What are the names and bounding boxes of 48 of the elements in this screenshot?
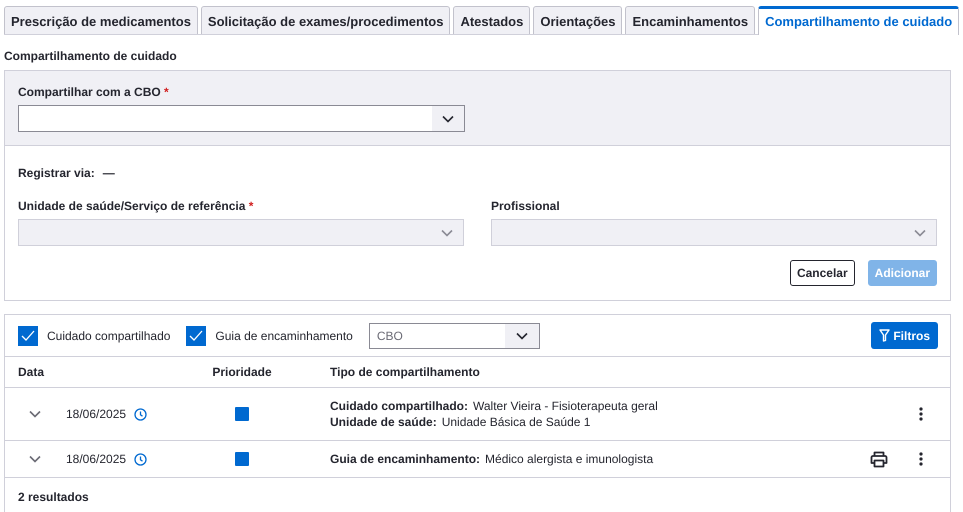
share-type-value: Médico alergista e imunologista xyxy=(485,451,654,467)
results-count: 2 resultados xyxy=(17,489,90,506)
chevron-down-icon xyxy=(29,455,41,463)
field-label: Profissional xyxy=(491,199,561,213)
select-field[interactable] xyxy=(18,105,465,132)
clock-icon xyxy=(134,452,148,466)
checkbox[interactable] xyxy=(186,326,206,346)
cancel-button[interactable]: Cancelar xyxy=(790,260,855,286)
tab[interactable]: Prescrição de medicamentos xyxy=(4,6,198,34)
tab[interactable]: Atestados xyxy=(453,6,530,34)
share-type-label: Guia de encaminhamento: xyxy=(330,451,480,467)
share-type-value: Unidade Básica de Saúde 1 xyxy=(442,414,590,430)
chevron-down-icon xyxy=(914,228,926,236)
tab[interactable]: Encaminhamentos xyxy=(625,6,756,34)
register-via-label: Registrar via: xyxy=(18,166,95,180)
filter-icon xyxy=(879,329,890,342)
placeholder-text: CBO xyxy=(376,328,403,342)
column-header: Data xyxy=(18,365,46,379)
checkmark-icon xyxy=(189,330,204,342)
section-title: Compartilhamento de cuidado xyxy=(4,49,178,63)
cbo-select[interactable]: CBO xyxy=(368,322,540,348)
chevron-down-icon xyxy=(441,228,453,236)
filter-button[interactable]: Filtros xyxy=(871,322,938,349)
field-label: Unidade de saúde/Serviço de referência * xyxy=(18,199,254,213)
checkmark-icon xyxy=(21,330,35,342)
date-text: 18/06/2025 xyxy=(66,452,126,466)
date-text: 18/06/2025 xyxy=(66,407,126,421)
checkbox-label: Cuidado compartilhado xyxy=(47,328,170,342)
printer-icon[interactable] xyxy=(870,450,888,468)
chevron-down-icon xyxy=(442,114,454,122)
chevron-down-icon xyxy=(516,332,528,340)
register-via-value: — xyxy=(102,166,115,180)
chevron-down-icon xyxy=(29,410,41,418)
more-options-icon[interactable] xyxy=(919,407,923,421)
tab[interactable]: Solicitação de exames/procedimentos xyxy=(200,6,450,34)
clock-icon xyxy=(134,408,148,420)
share-type-label: Cuidado compartilhado: xyxy=(330,398,468,414)
share-type-label: Unidade de saúde: xyxy=(330,414,437,430)
column-header: Prioridade xyxy=(211,365,273,379)
tab[interactable]: Compartilhamento de cuidado xyxy=(758,6,960,35)
checkbox-label: Guia de encaminhamento xyxy=(215,328,353,342)
checkbox[interactable] xyxy=(18,326,38,346)
more-options-icon[interactable] xyxy=(919,452,923,466)
table-row[interactable]: 18/06/2025 Cuidado compartilhado: Walter Vieira - Fisioterapeuta geral Unidade de saúde: Unidade Básica de Saúde 1 xyxy=(5,388,950,441)
share-type-value: Walter Vieira - Fisioterapeuta geral xyxy=(473,398,658,414)
column-header: Tipo de compartilhamento xyxy=(329,365,481,379)
field-label: Compartilhar com a CBO * xyxy=(18,85,170,99)
tab[interactable]: Orientações xyxy=(533,6,622,34)
